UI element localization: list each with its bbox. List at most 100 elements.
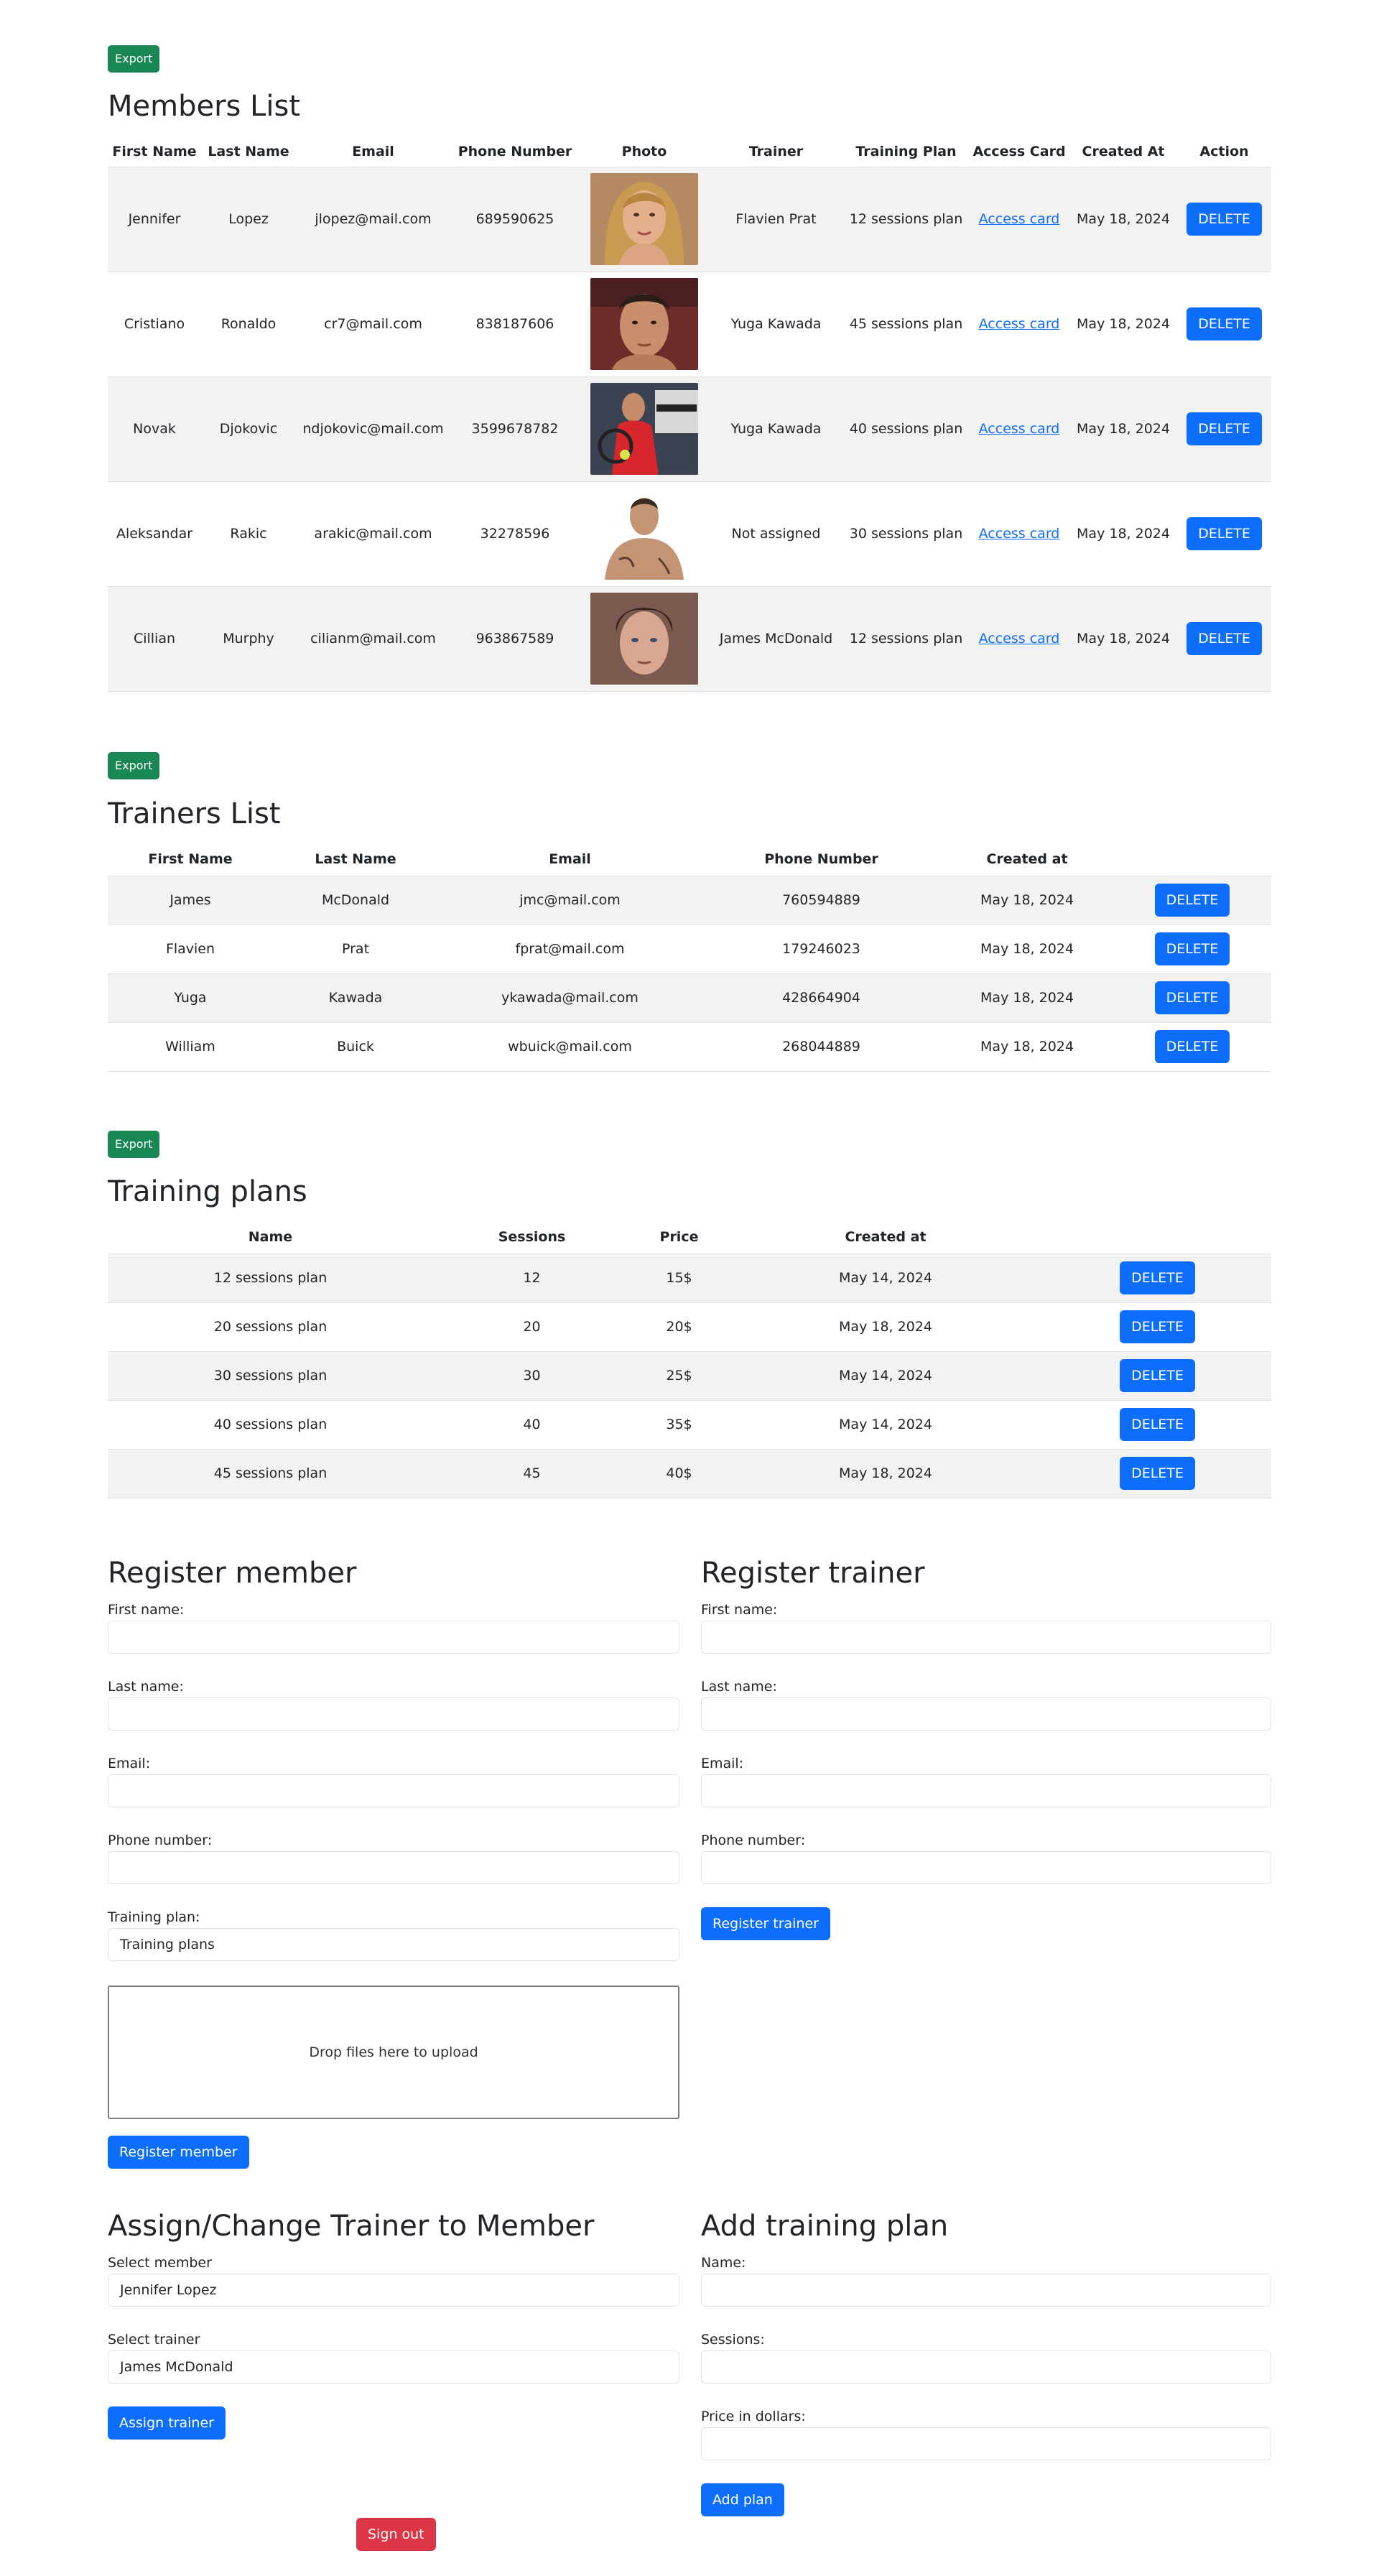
access-card-link[interactable]: Access card [979, 316, 1060, 332]
plan-price-input[interactable] [701, 2427, 1271, 2460]
plan-name-input[interactable] [701, 2274, 1271, 2307]
plan-created: May 14, 2024 [728, 1351, 1044, 1401]
trainer-first-name-input[interactable] [701, 1621, 1271, 1654]
trainer-action-cell: DELETE [1113, 1022, 1271, 1072]
plan-created: May 18, 2024 [728, 1449, 1044, 1498]
member-phone: 689590625 [450, 167, 580, 272]
trainer-last-name: McDonald [273, 876, 438, 925]
portrait-image [590, 173, 698, 265]
delete-member-button[interactable]: DELETE [1187, 622, 1262, 655]
trainer-first-name: James [108, 876, 273, 925]
plans-export-button[interactable]: Export [108, 1131, 160, 1158]
delete-trainer-button[interactable]: DELETE [1154, 932, 1230, 965]
access-card-link[interactable]: Access card [979, 631, 1060, 647]
member-action-cell: DELETE [1177, 481, 1271, 587]
assign-trainer-button[interactable]: Assign trainer [108, 2406, 226, 2440]
member-plan: 30 sessions plan [843, 481, 969, 587]
col-header: Email [438, 843, 702, 876]
member-first-name-label: First name: [108, 1602, 185, 1618]
member-plan-select[interactable]: Training plans [108, 1928, 679, 1961]
member-plan: 40 sessions plan [843, 376, 969, 482]
delete-plan-button[interactable]: DELETE [1120, 1359, 1195, 1392]
member-phone-label: Phone number: [108, 1833, 213, 1848]
trainer-last-name: Prat [273, 925, 438, 974]
member-access-card-cell: Access card [969, 376, 1069, 482]
member-first-name: Aleksandar [108, 481, 201, 587]
member-last-name-input[interactable] [108, 1697, 679, 1731]
trainer-phone-input[interactable] [701, 1851, 1271, 1884]
trainer-email-input[interactable] [701, 1774, 1271, 1807]
trainer-first-name-label: First name: [701, 1602, 778, 1618]
member-first-name: Jennifer [108, 167, 201, 272]
access-card-link[interactable]: Access card [979, 526, 1060, 542]
select-trainer-label: Select trainer [108, 2332, 200, 2348]
member-plan: 12 sessions plan [843, 167, 969, 272]
delete-member-button[interactable]: DELETE [1187, 307, 1262, 340]
col-header: Email [296, 136, 450, 167]
trainer-row: Yuga Kawada ykawada@mail.com 428664904 M… [108, 973, 1271, 1023]
select-member-dropdown[interactable]: Jennifer Lopez [108, 2274, 679, 2307]
member-email-input[interactable] [108, 1774, 679, 1807]
col-header: Trainer [709, 136, 843, 167]
sign-out-button[interactable]: Sign out [356, 2518, 436, 2551]
file-dropzone[interactable]: Drop files here to upload [108, 1986, 679, 2119]
delete-member-button[interactable]: DELETE [1187, 412, 1262, 445]
plan-price: 40$ [631, 1449, 728, 1498]
select-member-label: Select member [108, 2255, 212, 2271]
plan-name-label: Name: [701, 2255, 746, 2271]
delete-plan-button[interactable]: DELETE [1120, 1408, 1195, 1441]
trainer-phone: 760594889 [702, 876, 941, 925]
delete-member-button[interactable]: DELETE [1187, 517, 1262, 550]
trainer-last-name-input[interactable] [701, 1697, 1271, 1731]
delete-plan-button[interactable]: DELETE [1120, 1457, 1195, 1490]
member-email: jlopez@mail.com [296, 167, 450, 272]
delete-member-button[interactable]: DELETE [1187, 203, 1262, 236]
member-email: cilianm@mail.com [296, 586, 450, 692]
col-header: Phone Number [450, 136, 580, 167]
member-first-name-input[interactable] [108, 1621, 679, 1654]
member-phone-input[interactable] [108, 1851, 679, 1884]
register-trainer-button[interactable]: Register trainer [701, 1907, 830, 1940]
access-card-link[interactable]: Access card [979, 211, 1060, 227]
col-header: Name [108, 1221, 433, 1254]
plan-name: 20 sessions plan [108, 1302, 433, 1352]
delete-trainer-button[interactable]: DELETE [1154, 884, 1230, 917]
trainer-email: fprat@mail.com [438, 925, 702, 974]
col-header: Last Name [201, 136, 296, 167]
plans-title: Training plans [108, 1175, 307, 1208]
trainers-header-row: First Name Last Name Email Phone Number … [108, 843, 1271, 876]
members-export-button[interactable]: Export [108, 45, 160, 73]
plan-row: 20 sessions plan 20 20$ May 18, 2024 DEL… [108, 1302, 1271, 1352]
delete-trainer-button[interactable]: DELETE [1154, 981, 1230, 1014]
add-plan-button[interactable]: Add plan [701, 2483, 784, 2516]
trainer-last-name: Kawada [273, 973, 438, 1023]
delete-plan-button[interactable]: DELETE [1120, 1310, 1195, 1343]
member-row: Novak Djokovic ndjokovic@mail.com 359967… [108, 376, 1271, 482]
access-card-link[interactable]: Access card [979, 421, 1060, 437]
plan-sessions: 45 [433, 1449, 631, 1498]
member-created: May 18, 2024 [1069, 481, 1177, 587]
register-trainer-title: Register trainer [701, 1557, 925, 1590]
delete-plan-button[interactable]: DELETE [1120, 1261, 1195, 1294]
col-header: Price [631, 1221, 728, 1254]
register-member-button[interactable]: Register member [108, 2136, 249, 2169]
plan-row: 30 sessions plan 30 25$ May 14, 2024 DEL… [108, 1351, 1271, 1401]
col-header: Action [1177, 136, 1271, 167]
plan-sessions: 30 [433, 1351, 631, 1401]
trainer-action-cell: DELETE [1113, 876, 1271, 925]
plan-sessions-input[interactable] [701, 2350, 1271, 2383]
member-created: May 18, 2024 [1069, 376, 1177, 482]
trainers-export-button[interactable]: Export [108, 752, 160, 779]
trainer-first-name: Yuga [108, 973, 273, 1023]
plan-action-cell: DELETE [1044, 1302, 1271, 1352]
member-phone: 838187606 [450, 272, 580, 377]
member-photo [590, 593, 698, 685]
member-last-name: Murphy [201, 586, 296, 692]
member-access-card-cell: Access card [969, 586, 1069, 692]
trainer-phone: 268044889 [702, 1022, 941, 1072]
select-trainer-dropdown[interactable]: James McDonald [108, 2350, 679, 2383]
col-header: Sessions [433, 1221, 631, 1254]
delete-trainer-button[interactable]: DELETE [1154, 1030, 1230, 1063]
trainers-table: First Name Last Name Email Phone Number … [108, 843, 1271, 1072]
plan-price: 25$ [631, 1351, 728, 1401]
